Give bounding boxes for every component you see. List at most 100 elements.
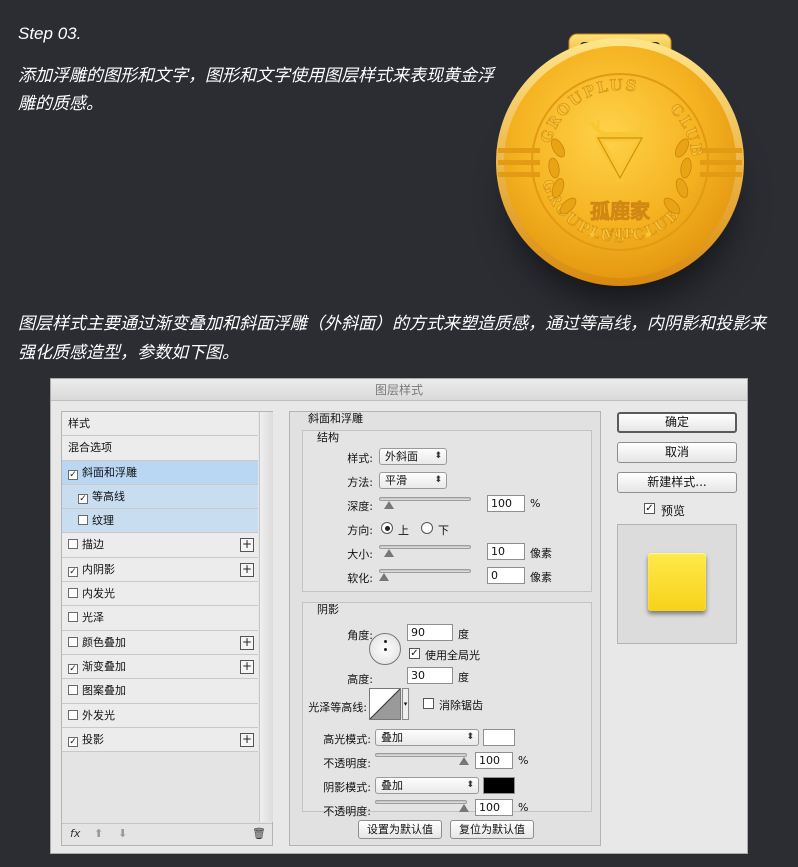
highlight-mode-select[interactable]: 叠加 ⬍	[375, 729, 479, 746]
texture-checkbox[interactable]	[78, 515, 88, 526]
size-slider-thumb[interactable]	[384, 549, 394, 557]
highlight-mode-label: 高光模式:	[323, 733, 371, 746]
soften-slider[interactable]	[379, 569, 471, 573]
select-arrow-icon: ⬍	[434, 475, 442, 485]
bevel-emboss-checkbox[interactable]: ✓	[68, 469, 78, 480]
color-overlay-item[interactable]: 颜色叠加 +	[62, 630, 258, 655]
depth-label: 深度:	[347, 500, 373, 513]
soften-slider-thumb[interactable]	[379, 573, 389, 581]
shading-title: 阴影	[317, 603, 339, 616]
highlight-opacity-slider[interactable]	[375, 753, 467, 757]
drop-shadow-item[interactable]: ✓ 投影 +	[62, 727, 258, 753]
inner-shadow-item[interactable]: ✓ 内阴影 +	[62, 557, 258, 583]
altitude-label: 高度:	[347, 673, 373, 686]
gold-medal-image: GROUPLUS CLUB GROUPLUS CLUB 孤鹿家 VIP ★ ★	[492, 30, 748, 300]
bevel-emboss-label: 斜面和浮雕	[82, 465, 137, 479]
new-style-button[interactable]: 新建样式...	[617, 472, 737, 493]
altitude-input[interactable]: 30	[407, 667, 453, 684]
pattern-overlay-item[interactable]: 图案叠加	[62, 679, 258, 704]
satin-checkbox[interactable]	[68, 612, 78, 623]
gloss-contour-picker[interactable]	[369, 688, 401, 720]
soften-label: 软化:	[347, 572, 373, 585]
contour-checkbox[interactable]: ✓	[78, 493, 88, 504]
ok-button[interactable]: 确定	[617, 412, 737, 433]
color-overlay-label: 颜色叠加	[82, 635, 126, 649]
pattern-overlay-label: 图案叠加	[82, 684, 126, 698]
highlight-opacity-thumb[interactable]	[459, 757, 469, 765]
shadow-opacity-slider[interactable]	[375, 800, 467, 804]
depth-input[interactable]: 100	[487, 495, 525, 512]
styles-header[interactable]: 样式	[62, 412, 258, 437]
medal-badge: VIP	[603, 227, 636, 242]
technique-select[interactable]: 平滑 ⬍	[379, 472, 447, 489]
satin-item[interactable]: 光泽	[62, 606, 258, 631]
stroke-checkbox[interactable]	[68, 539, 78, 550]
direction-down-radio[interactable]	[421, 522, 433, 534]
shadow-mode-select[interactable]: 叠加 ⬍	[375, 777, 479, 794]
anti-alias-checkbox[interactable]	[423, 698, 434, 709]
inner-glow-item[interactable]: 内发光	[62, 582, 258, 607]
bevel-emboss-item[interactable]: ✓ 斜面和浮雕	[62, 460, 258, 485]
inner-glow-checkbox[interactable]	[68, 588, 78, 599]
add-drop-shadow-button[interactable]: +	[240, 732, 254, 747]
technique-label: 方法:	[347, 476, 373, 489]
gradient-overlay-item[interactable]: ✓ 渐变叠加 +	[62, 654, 258, 680]
add-inner-shadow-button[interactable]: +	[240, 562, 254, 577]
shading-group: 阴影 角度: 90 度 ✓ 使用全局光 高度: 30 度 光泽等高线: ▾ 消除…	[302, 602, 592, 818]
shadow-opacity-input[interactable]: 100	[475, 799, 513, 816]
select-arrow-icon: ⬍	[434, 451, 442, 461]
cancel-button[interactable]: 取消	[617, 442, 737, 463]
move-up-icon[interactable]: ⬆	[94, 827, 103, 840]
stroke-item[interactable]: 描边 +	[62, 533, 258, 558]
drop-shadow-label: 投影	[82, 732, 104, 746]
outer-glow-checkbox[interactable]	[68, 709, 78, 720]
highlight-color-swatch[interactable]	[483, 729, 515, 746]
add-gradient-overlay-button[interactable]: +	[240, 659, 254, 674]
styles-footer: fx ⬆ ⬇ 🗑	[62, 823, 272, 845]
set-default-button[interactable]: 设置为默认值	[358, 820, 442, 839]
drop-shadow-checkbox[interactable]: ✓	[68, 736, 78, 747]
direction-up-radio[interactable]	[381, 522, 393, 534]
soften-input[interactable]: 0	[487, 567, 525, 584]
depth-slider-thumb[interactable]	[384, 501, 394, 509]
move-down-icon[interactable]: ⬇	[118, 827, 127, 840]
angle-input[interactable]: 90	[407, 624, 453, 641]
direction-up-label: 上	[398, 524, 409, 537]
size-input[interactable]: 10	[487, 543, 525, 560]
gradient-overlay-label: 渐变叠加	[82, 659, 126, 673]
gradient-overlay-checkbox[interactable]: ✓	[68, 663, 78, 674]
shadow-color-swatch[interactable]	[483, 777, 515, 794]
texture-label: 纹理	[92, 514, 114, 528]
layer-style-dialog: 图层样式 样式 混合选项 ✓ 斜面和浮雕 ✓ 等高线 纹理 描边 + ✓ 内阴影 + …	[50, 378, 748, 854]
soften-unit: 像素	[530, 571, 552, 584]
highlight-opacity-input[interactable]: 100	[475, 752, 513, 769]
medal-svg: GROUPLUS CLUB GROUPLUS CLUB 孤鹿家 VIP ★ ★	[496, 33, 744, 286]
angle-label: 角度:	[347, 629, 373, 642]
inner-shadow-checkbox[interactable]: ✓	[68, 566, 78, 577]
reset-default-button[interactable]: 复位为默认值	[450, 820, 534, 839]
contour-dropdown-icon[interactable]: ▾	[402, 688, 409, 720]
preview-checkbox[interactable]: ✓	[644, 503, 655, 514]
stroke-label: 描边	[82, 538, 104, 552]
blend-options-item[interactable]: 混合选项	[62, 436, 258, 461]
styles-scrollbar[interactable]	[259, 412, 273, 822]
outer-glow-item[interactable]: 外发光	[62, 703, 258, 728]
style-label: 样式:	[347, 452, 373, 465]
add-stroke-button[interactable]: +	[240, 538, 254, 553]
direction-down-label: 下	[438, 524, 449, 537]
trash-icon[interactable]: 🗑	[252, 827, 266, 840]
contour-curve-icon	[369, 688, 401, 720]
angle-dial[interactable]	[369, 633, 401, 665]
step-title: Step 03.	[18, 24, 82, 43]
pattern-overlay-checkbox[interactable]	[68, 685, 78, 696]
size-unit: 像素	[530, 547, 552, 560]
contour-item[interactable]: ✓ 等高线	[62, 484, 258, 510]
bevel-style-select[interactable]: 外斜面 ⬍	[379, 448, 447, 465]
add-color-overlay-button[interactable]: +	[240, 635, 254, 650]
color-overlay-checkbox[interactable]	[68, 636, 78, 647]
angle-unit: 度	[458, 628, 469, 641]
texture-item[interactable]: 纹理	[62, 509, 258, 534]
fx-icon[interactable]: fx	[70, 827, 80, 840]
global-light-checkbox[interactable]: ✓	[409, 648, 420, 659]
shadow-opacity-thumb[interactable]	[459, 804, 469, 812]
